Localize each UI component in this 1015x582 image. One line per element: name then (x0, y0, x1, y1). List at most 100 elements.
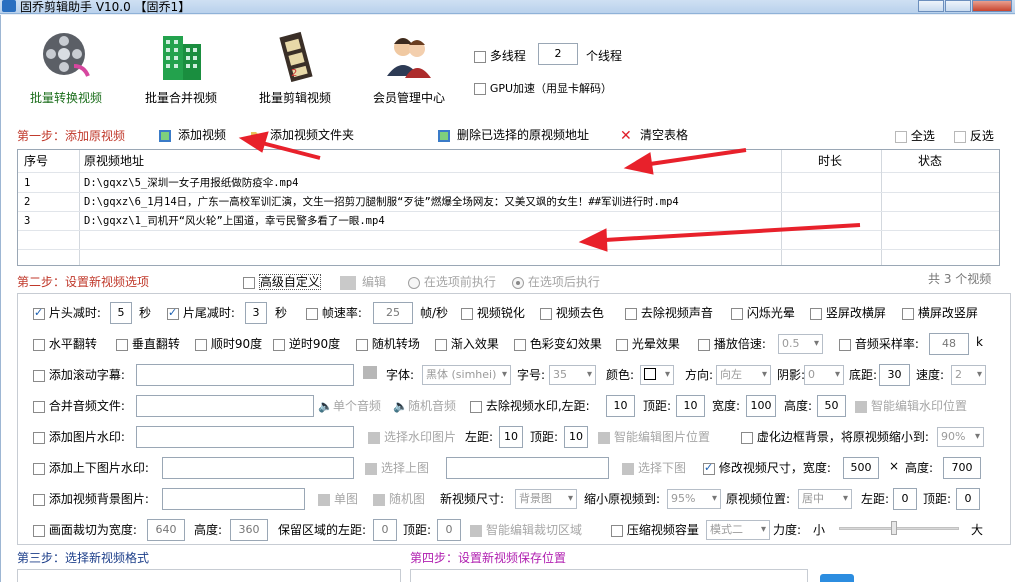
decolor-option[interactable]: 视频去色 (540, 304, 604, 321)
mute-checkbox[interactable] (625, 307, 637, 320)
crop-checkbox[interactable] (33, 524, 45, 537)
ud-watermark-checkbox[interactable] (33, 462, 45, 475)
speed-checkbox[interactable] (698, 338, 710, 351)
fadein-option[interactable]: 渐入效果 (435, 335, 499, 352)
img-top-input[interactable]: 10 (564, 426, 588, 448)
color-picker[interactable] (640, 365, 674, 385)
blur-bg-checkbox[interactable] (741, 431, 753, 444)
advanced-option[interactable]: 高级自定义 (243, 273, 321, 290)
smart-watermark-button[interactable]: 智能编辑水印位置 (855, 397, 967, 414)
hflip-checkbox[interactable] (33, 338, 45, 351)
fadein-checkbox[interactable] (435, 338, 447, 351)
up-image-input[interactable] (162, 457, 354, 479)
img-watermark-option[interactable]: 添加图片水印: (33, 428, 125, 445)
edit-button[interactable]: 编辑 (340, 273, 386, 290)
mute-option[interactable]: 去除视频声音 (625, 304, 713, 321)
vflip-option[interactable]: 垂直翻转 (116, 335, 180, 352)
resize-option[interactable]: 修改视频尺寸，宽度: (703, 459, 831, 476)
single-audio-button[interactable]: 🔈单个音频 (318, 397, 381, 414)
smart-crop-button[interactable]: 智能编辑裁切区域 (470, 521, 582, 538)
bottom-input[interactable]: 30 (879, 364, 910, 386)
rm-watermark-checkbox[interactable] (470, 400, 482, 413)
fps-checkbox[interactable] (306, 307, 318, 320)
before-radio[interactable] (408, 276, 420, 289)
pick-down-button[interactable]: 选择下图 (622, 459, 686, 476)
subtitle-edit-icon[interactable] (363, 366, 377, 382)
img-watermark-input[interactable] (136, 426, 354, 448)
shrink-select[interactable]: 95% (667, 489, 721, 509)
color-option[interactable]: 色彩变幻效果 (514, 335, 602, 352)
bg-left-input[interactable]: 0 (893, 488, 917, 510)
scroll-sub-option[interactable]: 添加滚动字幕: (33, 366, 125, 383)
sharpen-option[interactable]: 视频锐化 (461, 304, 525, 321)
crop-height-input[interactable]: 360 (230, 519, 268, 541)
img-left-input[interactable]: 10 (499, 426, 523, 448)
single-image-button[interactable]: 单图 (318, 490, 358, 507)
resize-width-input[interactable]: 500 (843, 457, 879, 479)
rm-top-input[interactable]: 10 (676, 395, 705, 417)
ccw-checkbox[interactable] (273, 338, 285, 351)
compress-option[interactable]: 压缩视频容量 (611, 521, 699, 538)
rate-option[interactable]: 音频采样率: (839, 335, 919, 352)
advanced-checkbox[interactable] (243, 276, 255, 289)
speed-option[interactable]: 播放倍速: (698, 335, 766, 352)
rate-checkbox[interactable] (839, 338, 851, 351)
force-slider-track[interactable] (839, 527, 959, 530)
ccw-option[interactable]: 逆时90度 (273, 335, 340, 352)
tail-cut-checkbox[interactable] (167, 306, 179, 320)
ud-watermark-option[interactable]: 添加上下图片水印: (33, 459, 149, 476)
bg-image-option[interactable]: 添加视频背景图片: (33, 490, 149, 507)
font-select[interactable]: 黑体 (simhei) (422, 365, 511, 385)
size-select[interactable]: 35 (549, 365, 596, 385)
merge-audio-checkbox[interactable] (33, 400, 45, 413)
halo-option[interactable]: 光晕效果 (616, 335, 680, 352)
sharpen-checkbox[interactable] (461, 307, 473, 320)
vflip-checkbox[interactable] (116, 338, 128, 351)
cw-option[interactable]: 顺时90度 (195, 335, 262, 352)
after-radio[interactable] (512, 276, 524, 289)
merge-audio-input[interactable] (136, 395, 314, 417)
random-image-button[interactable]: 随机图 (373, 490, 425, 507)
pick-watermark-button[interactable]: 选择水印图片 (368, 428, 456, 445)
before-option[interactable]: 在选项前执行 (408, 273, 496, 290)
browse-button[interactable] (820, 574, 854, 582)
rm-width-input[interactable]: 100 (746, 395, 776, 417)
merge-audio-option[interactable]: 合并音频文件: (33, 397, 125, 414)
scroll-sub-checkbox[interactable] (33, 369, 45, 382)
crop-top-input[interactable]: 0 (437, 519, 461, 541)
crop-option[interactable]: 画面裁切为宽度: (33, 521, 137, 538)
random-audio-button[interactable]: 🔈随机音频 (393, 397, 456, 414)
bg-image-checkbox[interactable] (33, 493, 45, 506)
resize-checkbox[interactable] (703, 461, 715, 475)
rate-input[interactable]: 48 (929, 333, 969, 355)
direction-select[interactable]: 向左 (716, 365, 771, 385)
trans-option[interactable]: 随机转场 (356, 335, 420, 352)
h2v-option[interactable]: 横屏改竖屏 (902, 304, 978, 321)
fps-option[interactable]: 帧速率: (306, 304, 362, 321)
hflip-option[interactable]: 水平翻转 (33, 335, 97, 352)
head-cut-checkbox[interactable] (33, 306, 45, 320)
crop-width-input[interactable]: 640 (147, 519, 185, 541)
down-image-input[interactable] (446, 457, 609, 479)
img-watermark-checkbox[interactable] (33, 431, 45, 444)
speed3-select[interactable]: 2 (951, 365, 986, 385)
pick-up-button[interactable]: 选择上图 (365, 459, 429, 476)
shadow-select[interactable]: 0 (804, 365, 844, 385)
rm-height-input[interactable]: 50 (817, 395, 846, 417)
halo-checkbox[interactable] (616, 338, 628, 351)
head-cut-input[interactable]: 5 (110, 302, 132, 324)
h2v-checkbox[interactable] (902, 307, 914, 320)
bg-image-input[interactable] (162, 488, 305, 510)
fps-input[interactable]: 25 (373, 302, 413, 324)
bg-top-input[interactable]: 0 (956, 488, 980, 510)
v2h-option[interactable]: 竖屏改横屏 (810, 304, 886, 321)
trans-checkbox[interactable] (356, 338, 368, 351)
flash-checkbox[interactable] (731, 307, 743, 320)
smart-image-button[interactable]: 智能编辑图片位置 (598, 428, 710, 445)
head-cut-option[interactable]: 片头减时: (33, 304, 101, 321)
rm-watermark-option[interactable]: 去除视频水印,左距: (470, 397, 590, 414)
v2h-checkbox[interactable] (810, 307, 822, 320)
rm-left-input[interactable]: 10 (606, 395, 635, 417)
tail-cut-input[interactable]: 3 (245, 302, 267, 324)
color-checkbox[interactable] (514, 338, 526, 351)
